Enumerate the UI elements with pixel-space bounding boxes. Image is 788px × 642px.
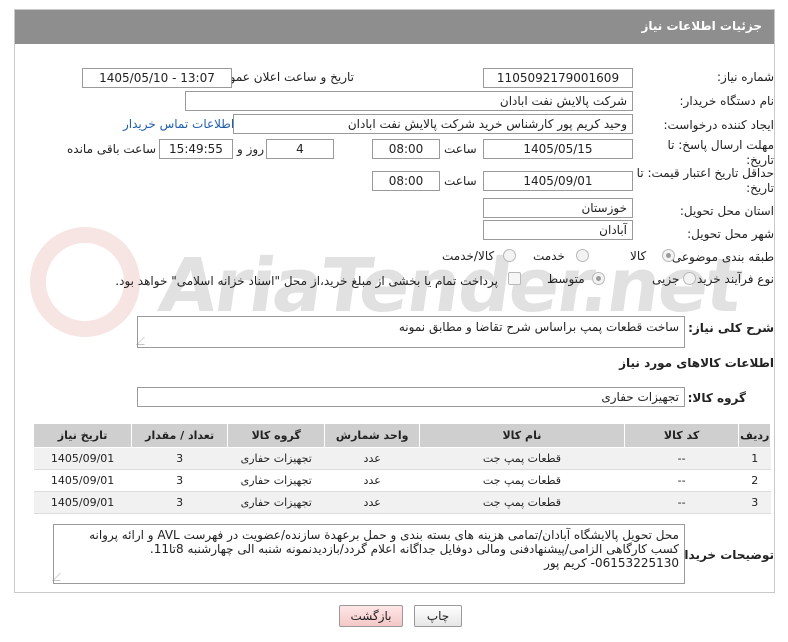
cell-need-date: 1405/09/01	[33, 469, 132, 492]
table-row: 3 -- قطعات پمپ جت عدد تجهیزات حفاری 3 14…	[33, 491, 771, 514]
back-button[interactable]: بازگشت	[339, 605, 403, 627]
description-label: شرح کلی نیاز:	[688, 321, 774, 335]
treasury-payment-checkbox[interactable]	[508, 272, 521, 285]
col-header-row-number: ردیف	[738, 423, 771, 448]
reply-time-label: ساعت	[444, 142, 477, 156]
purchase-option-minor: جزیی	[652, 272, 680, 286]
col-header-need-date: تاریخ نیاز	[32, 423, 133, 448]
cell-item-name: قطعات پمپ جت	[419, 447, 625, 470]
remaining-time-label: ساعت باقی مانده	[67, 142, 157, 156]
goods-group-field: تجهیزات حفاری	[137, 387, 685, 407]
purchase-type-label: نوع فرآیند خرید :	[689, 272, 774, 286]
category-radio-goods-service[interactable]	[503, 249, 516, 262]
cell-goods-group: تجهیزات حفاری	[227, 447, 325, 470]
remaining-time-field: 15:49:55	[159, 139, 233, 159]
reply-date-field: 1405/05/15	[483, 139, 633, 159]
treasury-payment-note: پرداخت تمام یا بخشی از مبلغ خرید،از محل …	[115, 274, 498, 288]
col-header-item-name: نام کالا	[419, 423, 625, 448]
price-validity-date-field: 1405/09/01	[483, 171, 633, 191]
buyer-notes-label: توضیحات خریدار:	[672, 548, 774, 562]
buyer-notes-line: محل تحویل پالایشگاه آبادان/تمامی هزینه ه…	[89, 528, 679, 542]
delivery-province-label: استان محل تحویل:	[679, 204, 774, 218]
cell-need-date: 1405/09/01	[33, 447, 132, 470]
table-row: 2 -- قطعات پمپ جت عدد تجهیزات حفاری 3 14…	[33, 469, 771, 492]
purchase-radio-medium[interactable]	[592, 272, 605, 285]
resize-grip-icon[interactable]	[52, 573, 68, 581]
delivery-city-label: شهر محل تحویل:	[687, 227, 774, 241]
purchase-option-medium: متوسط	[547, 272, 585, 286]
category-option-service: خدمت	[533, 249, 565, 263]
price-validity-time-label: ساعت	[444, 174, 477, 188]
cell-item-name: قطعات پمپ جت	[419, 491, 625, 514]
cell-goods-group: تجهیزات حفاری	[227, 469, 325, 492]
description-textarea[interactable]: ساخت قطعات پمپ براساس شرح تقاضا و مطابق …	[136, 316, 685, 348]
cell-item-code: --	[624, 491, 739, 514]
goods-table: ردیف کد کالا نام کالا واحد شمارش گروه کا…	[32, 423, 771, 514]
requester-field: وحید کریم پور کارشناس خرید شرکت پالایش ن…	[233, 114, 633, 134]
reply-days-field: 4	[266, 139, 334, 159]
panel-header: جزئیات اطلاعات نیاز	[15, 10, 774, 44]
cell-item-code: --	[624, 447, 739, 470]
buyer-org-label: نام دستگاه خریدار:	[679, 94, 775, 108]
cell-need-date: 1405/09/01	[33, 491, 132, 514]
table-header-row: ردیف کد کالا نام کالا واحد شمارش گروه کا…	[32, 423, 771, 448]
panel-title: جزئیات اطلاعات نیاز	[641, 19, 762, 33]
print-button[interactable]: چاپ	[414, 605, 462, 627]
buyer-org-field: شرکت پالایش نفت ابادان	[185, 91, 633, 111]
goods-section-title: اطلاعات کالاهای مورد نیاز	[619, 356, 774, 370]
delivery-city-field: آبادان	[483, 220, 633, 240]
cell-quantity: 3	[131, 491, 228, 514]
description-text: ساخت قطعات پمپ براساس شرح تقاضا و مطابق …	[398, 320, 679, 334]
category-label: طبقه بندی موضوعی:	[667, 250, 774, 264]
reply-time-field: 08:00	[372, 139, 440, 159]
price-validity-time-field: 08:00	[372, 171, 440, 191]
cell-quantity: 3	[131, 469, 228, 492]
col-header-item-code: کد کالا	[623, 423, 740, 448]
buyer-notes-textarea[interactable]: محل تحویل پالایشگاه آبادان/تمامی هزینه ه…	[52, 524, 685, 584]
col-header-unit: واحد شمارش	[324, 423, 421, 448]
cell-unit: عدد	[324, 447, 420, 470]
need-number-label: شماره نیاز:	[717, 70, 774, 84]
delivery-province-field: خوزستان	[483, 198, 633, 218]
requester-label: ایجاد کننده درخواست:	[663, 118, 774, 132]
cell-item-name: قطعات پمپ جت	[419, 469, 625, 492]
cell-item-code: --	[624, 469, 739, 492]
category-option-goods-service: کالا/خدمت	[442, 249, 495, 263]
purchase-radio-minor[interactable]	[683, 272, 696, 285]
cell-unit: عدد	[324, 491, 420, 514]
resize-grip-icon[interactable]	[136, 337, 152, 345]
reply-deadline-label: مهلت ارسال پاسخ: تا تاریخ:	[667, 138, 774, 167]
need-number-field: 1105092179001609	[483, 68, 633, 88]
cell-unit: عدد	[324, 469, 420, 492]
cell-goods-group: تجهیزات حفاری	[227, 491, 325, 514]
reply-days-label: روز و	[237, 142, 264, 156]
category-radio-goods[interactable]	[662, 249, 675, 262]
cell-row-number: 2	[738, 469, 771, 492]
announce-datetime-field: 1405/05/10 - 13:07	[82, 68, 232, 88]
category-radio-service[interactable]	[576, 249, 589, 262]
buyer-contact-link[interactable]: اطلاعات تماس خریدار	[123, 117, 234, 131]
col-header-quantity: تعداد / مقدار	[131, 423, 229, 448]
goods-group-label: گروه کالا:	[687, 391, 746, 405]
price-validity-label: حداقل تاریخ اعتبار قیمت: تا تاریخ:	[636, 166, 774, 195]
cell-row-number: 3	[738, 491, 771, 514]
buyer-notes-line: 06153225130- کریم پور	[544, 556, 679, 570]
cell-row-number: 1	[738, 447, 771, 470]
col-header-goods-group: گروه کالا	[227, 423, 326, 448]
cell-quantity: 3	[131, 447, 228, 470]
buyer-notes-line: کسب کارگاهی الزامی/پیشنهادفنی ومالی دوفا…	[149, 542, 679, 556]
category-option-goods: کالا	[630, 249, 647, 263]
table-row: 1 -- قطعات پمپ جت عدد تجهیزات حفاری 3 14…	[33, 447, 771, 470]
